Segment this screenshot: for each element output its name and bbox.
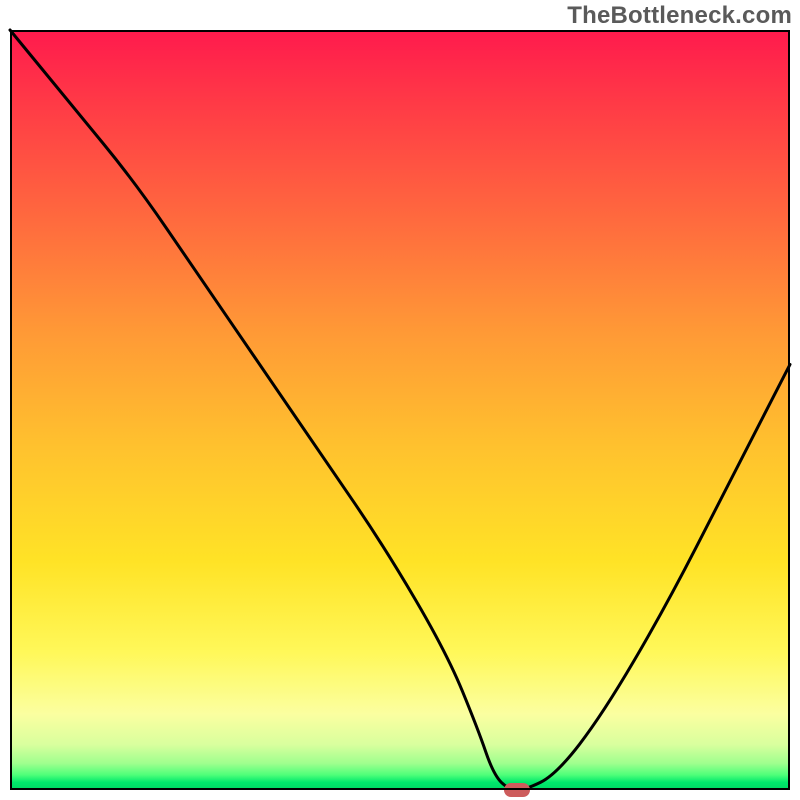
watermark-text: TheBottleneck.com [567,2,792,30]
axes-frame [10,30,790,790]
chart-container: TheBottleneck.com [0,0,800,800]
plot-area [10,30,790,790]
